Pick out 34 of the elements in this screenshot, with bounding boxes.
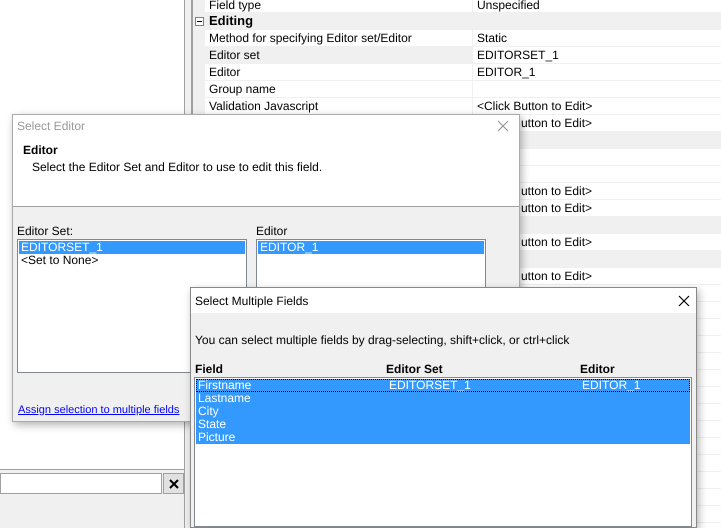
property-value[interactable]: utton to Edit>	[521, 235, 592, 249]
property-value[interactable]: Unspecified	[477, 0, 540, 12]
property-name[interactable]: Group name	[205, 81, 473, 97]
property-name[interactable]: Editor	[205, 64, 473, 80]
editor-label: Editor	[256, 224, 288, 239]
property-name[interactable]: Field type	[205, 0, 473, 12]
column-header[interactable]: Editor	[580, 362, 696, 376]
property-value[interactable]: EDITOR_1	[477, 65, 536, 79]
category-label: Editing	[208, 13, 254, 29]
list-item[interactable]: <Set to None>	[19, 254, 245, 267]
dialog-title: Select Editor	[17, 119, 86, 133]
property-value[interactable]: <Click Button to Edit>	[477, 99, 592, 113]
property-value[interactable]: utton to Edit>	[521, 184, 592, 198]
close-icon[interactable]	[678, 294, 690, 306]
property-name[interactable]: Method for specifying Editor set/Editor	[205, 30, 473, 46]
editor-set-label: Editor Set:	[17, 224, 74, 239]
property-value[interactable]: EDITORSET_1	[477, 48, 559, 62]
collapse-icon[interactable]	[194, 16, 204, 26]
property-value[interactable]: Static	[477, 31, 508, 45]
dialog-title: Select Multiple Fields	[195, 294, 308, 308]
property-value[interactable]: utton to Edit>	[521, 116, 592, 130]
property-name[interactable]: Editor set	[205, 47, 473, 63]
column-header[interactable]: Editor Set	[386, 362, 580, 376]
assign-link[interactable]: Assign selection to multiple fields	[18, 404, 180, 416]
search-field[interactable]	[0, 473, 162, 494]
property-value[interactable]: utton to Edit>	[521, 201, 592, 215]
editor-set-list[interactable]: EDITORSET_1 <Set to None>	[17, 239, 247, 288]
instruction-text: You can select multiple fields by drag-selecting, shift+click, or ctrl+click	[195, 333, 570, 347]
dialog-description: Select the Editor Set and Editor to use to edit this field.	[32, 160, 324, 174]
clear-button[interactable]	[163, 473, 184, 494]
property-value[interactable]: utton to Edit>	[521, 269, 592, 283]
dialog-heading: Editor	[23, 143, 59, 157]
column-header[interactable]: Field	[195, 362, 386, 376]
clear-icon	[168, 478, 178, 488]
